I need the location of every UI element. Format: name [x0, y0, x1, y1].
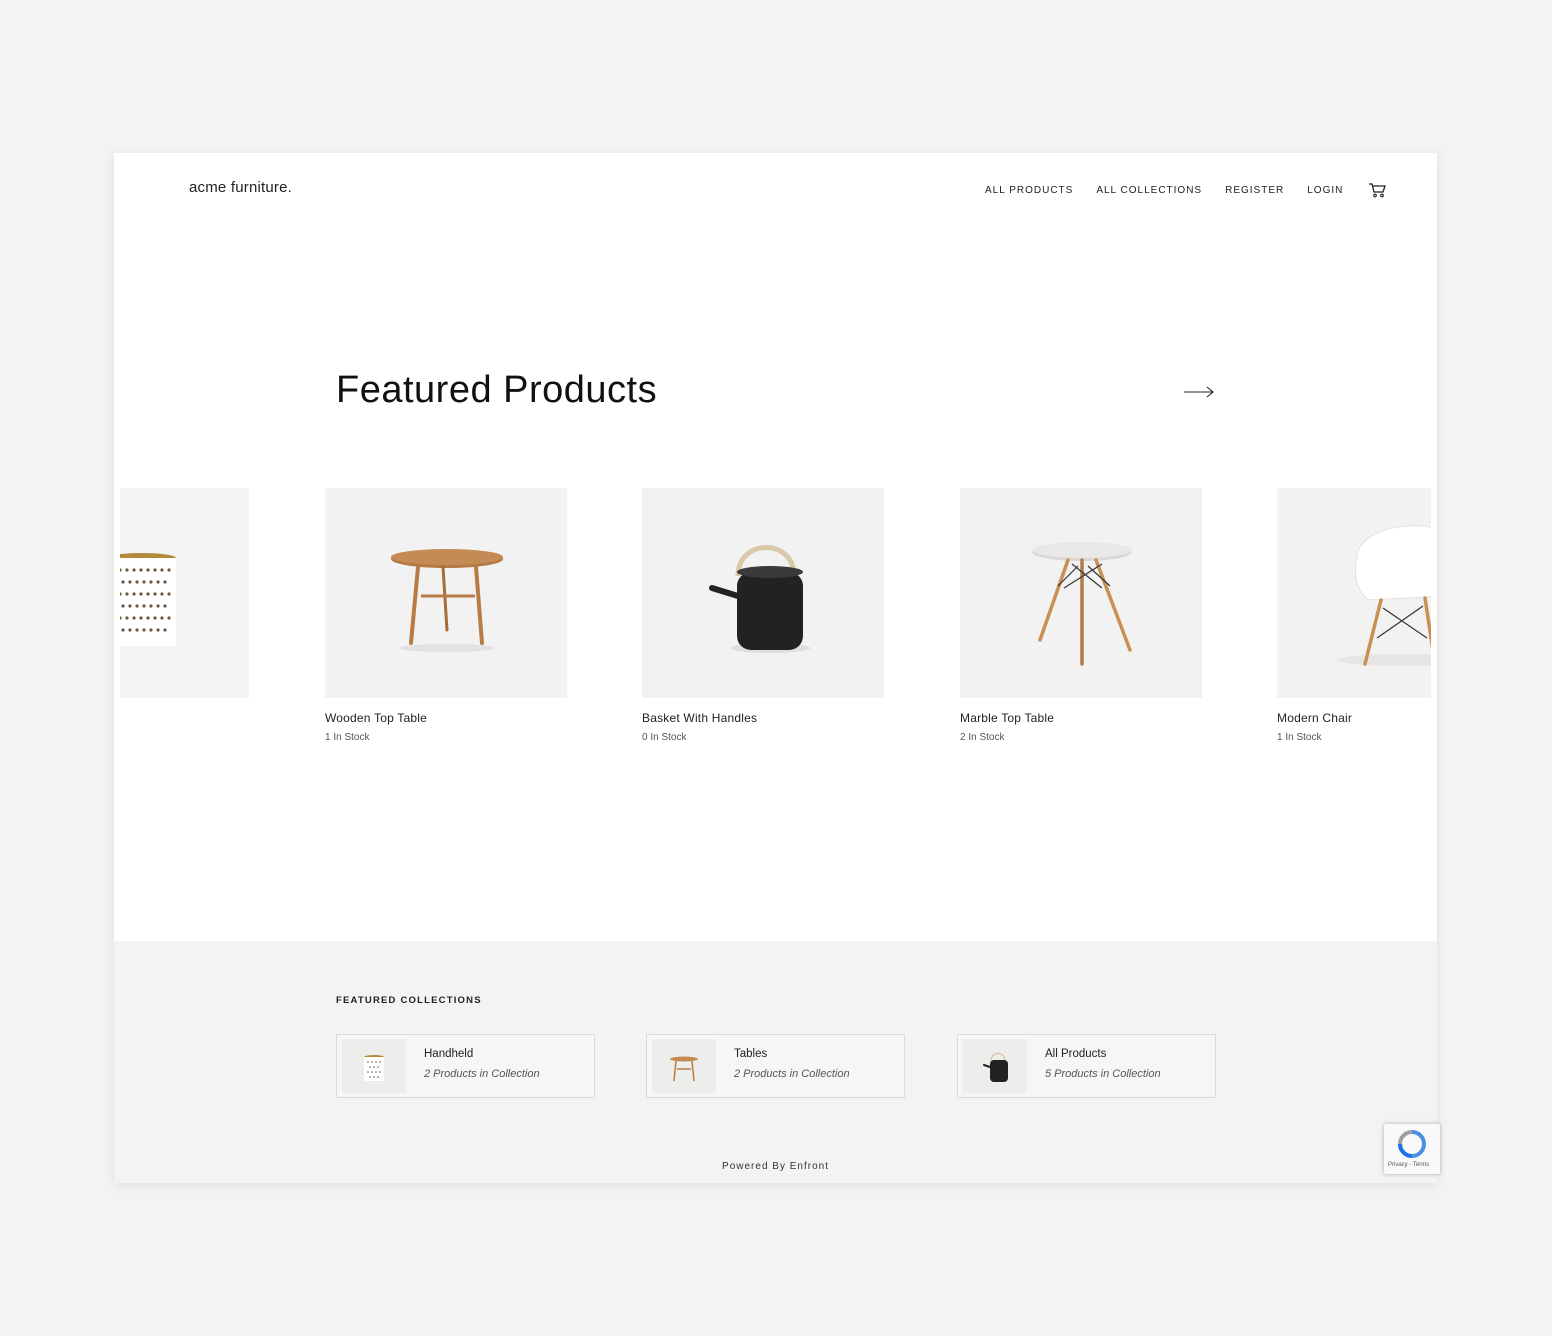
arrow-right-icon[interactable]: [1183, 383, 1215, 401]
product-image: [325, 488, 567, 698]
product-card[interactable]: [120, 488, 249, 711]
product-name: Marble Top Table: [960, 711, 1055, 725]
nav-all-collections[interactable]: ALL COLLECTIONS: [1096, 185, 1202, 196]
product-image: [1277, 488, 1431, 698]
recaptcha-badge[interactable]: Privacy - Terms: [1384, 1124, 1440, 1174]
nav-all-products[interactable]: ALL PRODUCTS: [985, 185, 1073, 196]
product-stock: 1 In Stock: [325, 732, 370, 743]
featured-collections-section: FEATURED COLLECTIONS Handheld 2 Products…: [114, 941, 1437, 1183]
product-carousel[interactable]: Wooden Top Table 1 In Stock Basket With …: [120, 488, 1431, 758]
product-card[interactable]: Wooden Top Table 1 In Stock: [325, 488, 567, 743]
collection-thumbnail: [652, 1039, 716, 1093]
collection-count: 2 Products in Collection: [734, 1068, 850, 1080]
featured-collections-title: FEATURED COLLECTIONS: [336, 995, 482, 1006]
page-frame: acme furniture. ALL PRODUCTS ALL COLLECT…: [114, 153, 1437, 1183]
featured-products-title: Featured Products: [336, 369, 658, 411]
product-image: [120, 488, 249, 698]
product-stock: 0 In Stock: [642, 732, 687, 743]
nav-register[interactable]: REGISTER: [1225, 185, 1284, 196]
product-name: Basket With Handles: [642, 711, 758, 725]
product-stock: 2 In Stock: [960, 732, 1005, 743]
product-card[interactable]: Marble Top Table 2 In Stock: [960, 488, 1202, 743]
collection-card-all-products[interactable]: All Products 5 Products in Collection: [957, 1034, 1216, 1098]
collection-name: Handheld: [424, 1048, 474, 1060]
collection-card-tables[interactable]: Tables 2 Products in Collection: [646, 1034, 905, 1098]
nav-login[interactable]: LOGIN: [1307, 185, 1343, 196]
site-logo[interactable]: acme furniture.: [189, 179, 292, 196]
collection-count: 2 Products in Collection: [424, 1068, 540, 1080]
recaptcha-privacy-terms[interactable]: Privacy - Terms: [1388, 1162, 1429, 1168]
main-nav: ALL PRODUCTS ALL COLLECTIONS REGISTER LO…: [985, 182, 1387, 198]
collection-thumbnail: [963, 1039, 1027, 1093]
product-image: [960, 488, 1202, 698]
product-name: Wooden Top Table: [325, 711, 427, 725]
cart-icon[interactable]: [1368, 182, 1387, 198]
collection-name: Tables: [734, 1048, 768, 1060]
collection-count: 5 Products in Collection: [1045, 1068, 1161, 1080]
product-stock: 1 In Stock: [1277, 732, 1322, 743]
product-card[interactable]: Modern Chair 1 In Stock: [1277, 488, 1431, 743]
product-name: Modern Chair: [1277, 711, 1353, 725]
product-card[interactable]: Basket With Handles 0 In Stock: [642, 488, 884, 743]
recaptcha-icon: [1398, 1130, 1426, 1158]
powered-by-link[interactable]: Powered By Enfront: [114, 1161, 1437, 1172]
collection-card-handheld[interactable]: Handheld 2 Products in Collection: [336, 1034, 595, 1098]
collection-thumbnail: [342, 1039, 406, 1093]
product-image: [642, 488, 884, 698]
collection-name: All Products: [1045, 1048, 1107, 1060]
